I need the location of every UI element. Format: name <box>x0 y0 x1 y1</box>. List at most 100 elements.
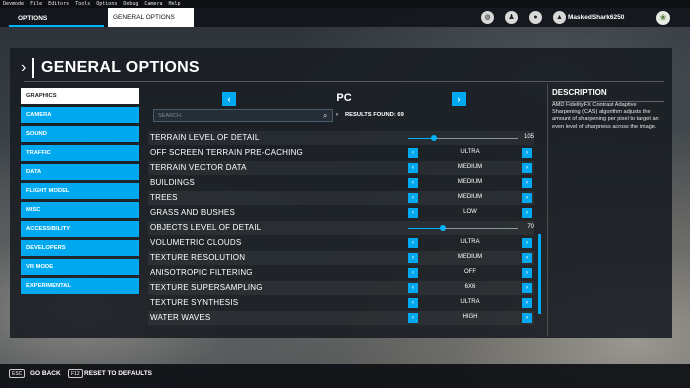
menu-item[interactable]: CAMERA <box>21 107 139 123</box>
setting-value: MEDIUM <box>457 164 483 170</box>
chevron-left-icon[interactable]: ‹ <box>408 283 418 293</box>
tab-options[interactable]: OPTIONS <box>9 10 104 27</box>
setting-row[interactable]: TERRAIN VECTOR DATA ‹ MEDIUM › <box>148 161 534 175</box>
setting-row[interactable]: OFF SCREEN TERRAIN PRE-CACHING ‹ ULTRA › <box>148 146 534 160</box>
chevron-left-icon[interactable]: ‹ <box>408 268 418 278</box>
page-title: GENERAL OPTIONS <box>41 59 200 76</box>
setting-row[interactable]: OBJECTS LEVEL OF DETAIL 70 <box>148 221 534 235</box>
setting-row[interactable]: TEXTURE SYNTHESIS ‹ ULTRA › <box>148 296 534 310</box>
preset-next-button[interactable]: › <box>452 92 466 106</box>
chevron-left-icon[interactable]: ‹ <box>408 313 418 323</box>
chevron-left-icon[interactable]: ‹ <box>408 208 418 218</box>
header-divider <box>32 58 34 78</box>
dev-menu-item[interactable]: Devmode <box>3 1 24 7</box>
chevron-left-icon[interactable]: ‹ <box>408 148 418 158</box>
dev-menu-item[interactable]: File <box>30 1 42 7</box>
chevron-right-icon[interactable]: › <box>522 163 532 173</box>
setting-row[interactable]: VOLUMETRIC CLOUDS ‹ ULTRA › <box>148 236 534 250</box>
avatar[interactable]: ❀ <box>656 11 670 25</box>
chevron-right-icon[interactable]: › <box>522 193 532 203</box>
dev-menu-bar: Devmode File Editors Tools Options Debug Camer… <box>0 0 690 8</box>
tab-general-options[interactable]: GENERAL OPTIONS <box>108 8 194 27</box>
setting-row[interactable]: TERRAIN LEVEL OF DETAIL 105 <box>148 131 534 145</box>
setting-row[interactable]: GRASS AND BUSHES ‹ LOW › <box>148 206 534 220</box>
go-back-button[interactable]: GO BACK <box>30 370 61 377</box>
chevron-right-icon[interactable]: › <box>522 253 532 263</box>
chevron-right-icon[interactable]: › <box>522 178 532 188</box>
slider-value: 105 <box>523 134 534 140</box>
chevron-right-icon: › <box>21 59 27 76</box>
username[interactable]: MaskedShark6250 <box>568 14 624 21</box>
menu-item[interactable]: TRAFFIC <box>21 145 139 161</box>
friends-icon[interactable]: ♟ <box>505 11 518 24</box>
search-input[interactable]: SEARCH ⌕ <box>153 109 333 122</box>
setting-row[interactable]: TEXTURE SUPERSAMPLING ‹ 6X6 › <box>148 281 534 295</box>
chevron-left-icon[interactable]: ‹ <box>408 238 418 248</box>
chevron-left-icon[interactable]: ‹ <box>408 298 418 308</box>
setting-label: OFF SCREEN TERRAIN PRE-CACHING <box>150 148 303 157</box>
setting-label: WATER WAVES <box>150 313 211 322</box>
chevron-right-icon[interactable]: › <box>522 268 532 278</box>
dev-menu-item[interactable]: Camera <box>144 1 162 7</box>
menu-item[interactable]: DATA <box>21 164 139 180</box>
chevron-left-icon[interactable]: ‹ <box>408 163 418 173</box>
setting-label: TEXTURE SYNTHESIS <box>150 298 239 307</box>
dev-menu-item[interactable]: Help <box>168 1 180 7</box>
setting-row[interactable]: TEXTURE RESOLUTION ‹ MEDIUM › <box>148 251 534 265</box>
setting-row[interactable]: TREES ‹ MEDIUM › <box>148 191 534 205</box>
chevron-right-icon[interactable]: › <box>522 283 532 293</box>
slider-handle[interactable] <box>431 135 438 141</box>
chevron-right-icon[interactable]: › <box>522 298 532 308</box>
search-placeholder: SEARCH <box>158 113 181 119</box>
menu-item[interactable]: EXPERIMENTAL <box>21 278 139 294</box>
dev-menu-item[interactable]: Editors <box>48 1 69 7</box>
page-header: › GENERAL OPTIONS <box>21 58 664 82</box>
menu-item[interactable]: FLIGHT MODEL <box>21 183 139 199</box>
setting-row[interactable]: BUILDINGS ‹ MEDIUM › <box>148 176 534 190</box>
results-found: › RESULTS FOUND: 69 <box>336 112 404 118</box>
setting-slider[interactable] <box>408 225 518 231</box>
settings-scrollbar[interactable] <box>538 234 541 314</box>
setting-label: GRASS AND BUSHES <box>150 208 236 217</box>
dev-menu-item[interactable]: Debug <box>123 1 138 7</box>
results-label: RESULTS FOUND: 69 <box>345 112 404 118</box>
setting-value: MEDIUM <box>457 179 483 185</box>
setting-value: HIGH <box>462 314 478 320</box>
menu-item[interactable]: SOUND <box>21 126 139 142</box>
setting-label: TEXTURE RESOLUTION <box>150 253 246 262</box>
chevron-left-icon[interactable]: ‹ <box>408 178 418 188</box>
options-panel: › GENERAL OPTIONS GRAPHICS CAMERA SOUND TRA… <box>10 48 672 338</box>
chevron-right-icon: › <box>336 112 338 118</box>
bottom-bar: ESC GO BACK F12 RESET TO DEFAULTS <box>0 364 690 388</box>
menu-item[interactable]: GRAPHICS <box>21 88 139 104</box>
menu-item[interactable]: ACCESSIBILITY <box>21 221 139 237</box>
reset-to-defaults-button[interactable]: RESET TO DEFAULTS <box>84 370 152 377</box>
notifications-icon[interactable]: ▲ <box>553 11 566 24</box>
menu-item[interactable]: DEVELOPERS <box>21 240 139 256</box>
slider-fill <box>408 228 444 229</box>
menu-item[interactable]: VR MODE <box>21 259 139 275</box>
chevron-right-icon[interactable]: › <box>522 208 532 218</box>
setting-row[interactable]: WATER WAVES ‹ HIGH › <box>148 311 534 325</box>
setting-row[interactable]: ANISOTROPIC FILTERING ‹ OFF › <box>148 266 534 280</box>
setting-value: ULTRA <box>460 149 480 155</box>
menu-item[interactable]: MISC <box>21 202 139 218</box>
chevron-right-icon[interactable]: › <box>522 148 532 158</box>
setting-slider[interactable] <box>408 135 518 141</box>
dev-menu-item[interactable]: Tools <box>75 1 90 7</box>
slider-handle[interactable] <box>440 225 447 231</box>
top-bar: OPTIONS GENERAL OPTIONS ◍ ♟ ● ▲ MaskedSh… <box>0 8 690 27</box>
description-panel: DESCRIPTION AMD FidelityFX Contrast Adap… <box>547 84 667 336</box>
setting-value: MEDIUM <box>457 254 483 260</box>
chevron-left-icon[interactable]: ‹ <box>408 193 418 203</box>
chevron-right-icon[interactable]: › <box>522 238 532 248</box>
chevron-right-icon[interactable]: › <box>522 313 532 323</box>
marketplace-icon[interactable]: ◍ <box>481 11 494 24</box>
description-title: DESCRIPTION <box>552 88 664 102</box>
setting-value: ULTRA <box>460 239 480 245</box>
profile-icon[interactable]: ● <box>529 11 542 24</box>
chevron-left-icon[interactable]: ‹ <box>408 253 418 263</box>
f12-key: F12 <box>68 369 83 378</box>
dev-menu-item[interactable]: Options <box>96 1 117 7</box>
search-icon: ⌕ <box>323 111 328 120</box>
